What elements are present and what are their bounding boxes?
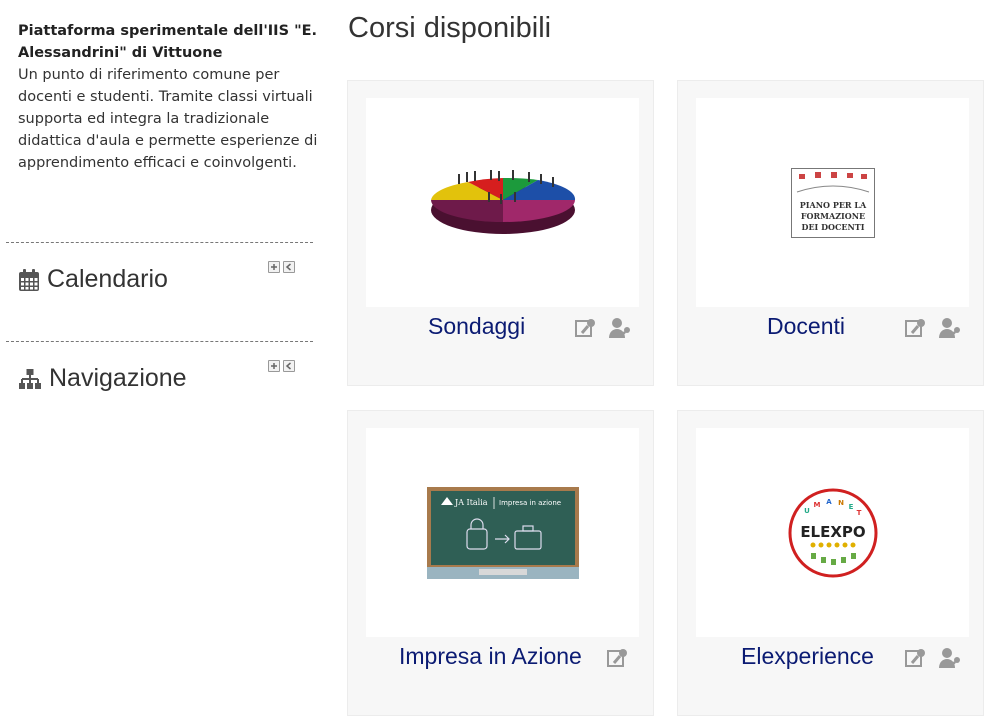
course-card: UMA NET ELEXPO Elexperience <box>677 410 984 716</box>
calendar-icon <box>19 268 39 291</box>
piano-formazione-image: PIANO PER LA FORMAZIONE DEI DOCENTI <box>790 167 875 238</box>
image-text-1: PIANO PER LA <box>799 200 866 210</box>
course-card: PIANO PER LA FORMAZIONE DEI DOCENTI Doce… <box>677 80 984 386</box>
calendar-block-controls <box>268 261 295 273</box>
course-card: JA Italia Impresa in azione Impresa in A… <box>347 410 654 716</box>
course-link-sondaggi[interactable]: Sondaggi <box>428 313 525 340</box>
course-image[interactable]: PIANO PER LA FORMAZIONE DEI DOCENTI <box>696 98 969 307</box>
course-link-impresa[interactable]: Impresa in Azione <box>399 643 582 670</box>
course-access-icons <box>606 647 630 669</box>
svg-text:N: N <box>838 499 844 507</box>
navigation-block-title: Navigazione <box>18 364 187 393</box>
course-access-icons <box>904 317 962 339</box>
hide-block-icon[interactable] <box>283 261 295 273</box>
image-text-ja: JA Italia <box>454 498 488 507</box>
course-image[interactable]: UMA NET ELEXPO <box>696 428 969 637</box>
navigation-block-controls <box>268 360 295 372</box>
image-text-elexpo: ELEXPO <box>800 523 865 541</box>
course-image[interactable] <box>366 98 639 307</box>
svg-text:T: T <box>856 509 861 517</box>
guest-access-icon[interactable] <box>904 317 928 339</box>
self-enrol-icon[interactable] <box>608 317 632 339</box>
course-access-icons <box>574 317 632 339</box>
hide-block-icon[interactable] <box>283 360 295 372</box>
course-link-elexperience[interactable]: Elexperience <box>741 643 874 670</box>
course-access-icons <box>904 647 962 669</box>
add-to-dock-icon[interactable] <box>268 261 280 273</box>
elexpo-badge-image: UM A N ET ELEXPO <box>788 488 877 577</box>
guest-access-icon[interactable] <box>606 647 630 669</box>
pie-chart-people-image <box>430 169 575 234</box>
calendar-title: Calendario <box>47 265 168 293</box>
ja-italia-chalkboard-image: JA Italia Impresa in azione <box>426 486 579 579</box>
self-enrol-icon[interactable] <box>938 317 962 339</box>
about-text: Un punto di riferimento comune per docen… <box>18 67 318 171</box>
page-title: Corsi disponibili <box>348 12 552 44</box>
guest-access-icon[interactable] <box>574 317 598 339</box>
navigation-block: Navigazione <box>6 341 313 392</box>
svg-text:M: M <box>813 501 820 509</box>
calendar-block: Calendario <box>6 242 313 293</box>
image-text-2: FORMAZIONE <box>800 211 864 221</box>
guest-access-icon[interactable] <box>904 647 928 669</box>
about-block: Piattaforma sperimentale dell'IIS "E. Al… <box>18 20 318 174</box>
image-text-impresa: Impresa in azione <box>499 499 561 507</box>
navigation-title: Navigazione <box>49 364 187 392</box>
svg-text:E: E <box>848 503 853 511</box>
sitemap-icon <box>19 368 41 389</box>
image-text-3: DEI DOCENTI <box>801 222 864 232</box>
svg-text:U: U <box>804 507 810 515</box>
calendar-block-title: Calendario <box>18 265 168 294</box>
add-to-dock-icon[interactable] <box>268 360 280 372</box>
course-image[interactable]: JA Italia Impresa in azione <box>366 428 639 637</box>
course-link-docenti[interactable]: Docenti <box>767 313 845 340</box>
about-title: Piattaforma sperimentale dell'IIS "E. Al… <box>18 23 318 61</box>
self-enrol-icon[interactable] <box>938 647 962 669</box>
course-card: Sondaggi <box>347 80 654 386</box>
svg-text:A: A <box>826 498 832 506</box>
